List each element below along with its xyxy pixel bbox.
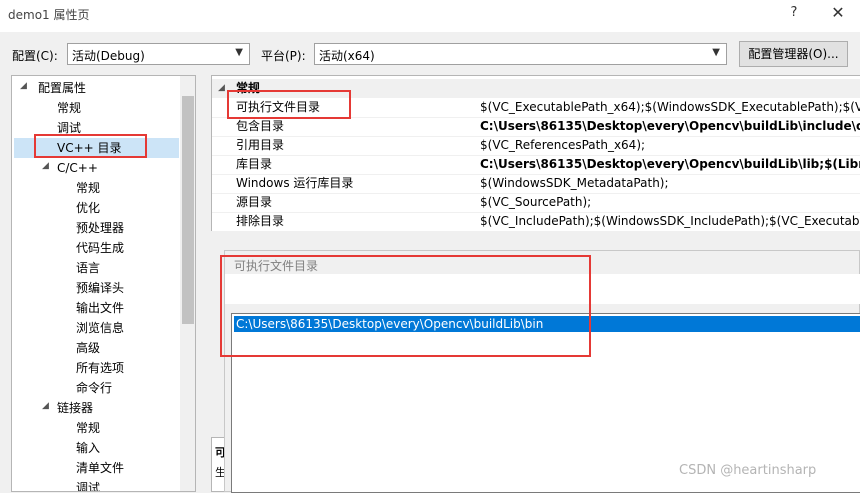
grid-row-name: 包含目录 <box>236 119 285 133</box>
close-button[interactable]: ✕ <box>826 3 850 22</box>
tree-item-linker[interactable]: 链接器 <box>57 398 93 418</box>
tree-item-manifest-file[interactable]: 清单文件 <box>76 458 124 478</box>
tree-scrollbar-thumb[interactable] <box>182 96 194 324</box>
tree-item-cpp-general[interactable]: 常规 <box>76 178 100 198</box>
tree-item-input[interactable]: 输入 <box>76 438 100 458</box>
grid-row-value: $(VC_SourcePath); <box>480 195 592 209</box>
highlight-box-vcpp <box>34 134 147 158</box>
grid-row-name: 源目录 <box>236 195 273 209</box>
tree-item-linker-general[interactable]: 常规 <box>76 418 100 438</box>
config-dropdown[interactable]: 活动(Debug) ▼ <box>67 43 250 65</box>
tree-item-linker-debugging[interactable]: 调试 <box>76 478 100 491</box>
grid-row-value: $(VC_ExecutablePath_x64);$(WindowsSDK_Ex… <box>480 100 860 114</box>
chevron-down-icon: ▼ <box>235 47 243 58</box>
tree-item-code-generation[interactable]: 代码生成 <box>76 238 124 258</box>
tree-item-cpp[interactable]: C/C++ <box>57 158 98 178</box>
platform-value: 活动(x64) <box>319 49 375 63</box>
grid-row-reference-dirs[interactable]: 引用目录 $(VC_ReferencesPath_x64); <box>212 136 860 156</box>
grid-row-library-dirs[interactable]: 库目录 C:\Users\86135\Desktop\every\Opencv\… <box>212 155 860 175</box>
grid-row-name: 库目录 <box>236 157 273 171</box>
grid-row-value: C:\Users\86135\Desktop\every\Opencv\buil… <box>480 119 860 133</box>
grid-row-include-dirs[interactable]: 包含目录 C:\Users\86135\Desktop\every\Opencv… <box>212 117 860 137</box>
tree-item-general[interactable]: 常规 <box>57 98 81 118</box>
tree-item-optimization[interactable]: 优化 <box>76 198 100 218</box>
grid-row-source-dirs[interactable]: 源目录 $(VC_SourcePath); <box>212 193 860 213</box>
tree-item-config-properties[interactable]: 配置属性 <box>38 78 86 98</box>
tree-item-advanced[interactable]: 高级 <box>76 338 100 358</box>
platform-label: 平台(P): <box>261 49 306 63</box>
expand-triangle-icon[interactable]: ◢ <box>42 401 49 411</box>
grid-row-exclude-dirs[interactable]: 排除目录 $(VC_IncludePath);$(WindowsSDK_Incl… <box>212 212 860 231</box>
tree-item-command-line[interactable]: 命令行 <box>76 378 112 398</box>
highlight-box-executable-dirs <box>227 90 351 119</box>
grid-row-value: $(VC_ReferencesPath_x64); <box>480 138 646 152</box>
highlight-box-dialog <box>220 255 591 357</box>
grid-row-name: 排除目录 <box>236 214 285 228</box>
tree-item-language[interactable]: 语言 <box>76 258 100 278</box>
watermark: CSDN @heartinsharp <box>679 463 817 478</box>
expand-triangle-icon[interactable]: ◢ <box>42 161 49 171</box>
window-title: demo1 属性页 <box>8 8 90 22</box>
config-value: 活动(Debug) <box>72 49 145 63</box>
chevron-down-icon: ▼ <box>712 47 720 58</box>
config-label: 配置(C): <box>12 49 58 63</box>
config-manager-button[interactable]: 配置管理器(O)... <box>739 41 848 67</box>
tree-item-output-files[interactable]: 输出文件 <box>76 298 124 318</box>
grid-row-name: Windows 运行库目录 <box>236 176 354 190</box>
grid-row-value: C:\Users\86135\Desktop\every\Opencv\buil… <box>480 157 860 171</box>
platform-dropdown[interactable]: 活动(x64) ▼ <box>314 43 727 65</box>
tree-item-all-options[interactable]: 所有选项 <box>76 358 124 378</box>
grid-row-value: $(WindowsSDK_MetadataPath); <box>480 176 669 190</box>
title-bar: demo1 属性页 ? ✕ <box>0 0 860 32</box>
expand-triangle-icon[interactable]: ◢ <box>20 81 27 91</box>
grid-row-name: 引用目录 <box>236 138 285 152</box>
help-button[interactable]: ? <box>784 5 804 20</box>
collapse-triangle-icon[interactable]: ◢ <box>218 79 225 98</box>
grid-row-value: $(VC_IncludePath);$(WindowsSDK_IncludePa… <box>480 214 860 228</box>
grid-row-winrt-dirs[interactable]: Windows 运行库目录 $(WindowsSDK_MetadataPath)… <box>212 174 860 194</box>
tree-item-precompiled-headers[interactable]: 预编译头 <box>76 278 124 298</box>
tree-item-browse-info[interactable]: 浏览信息 <box>76 318 124 338</box>
tree-item-preprocessor[interactable]: 预处理器 <box>76 218 124 238</box>
